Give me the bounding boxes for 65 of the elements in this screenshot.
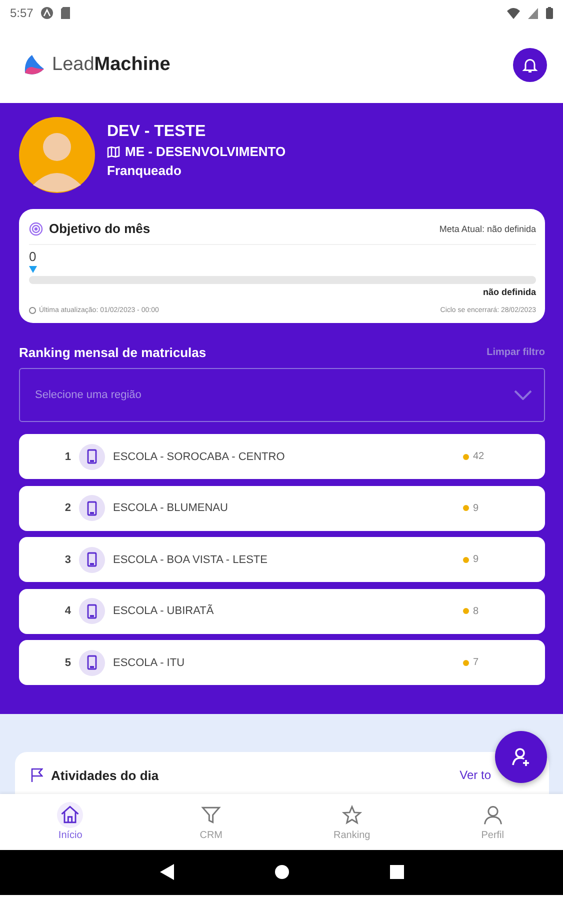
star-icon (340, 804, 363, 826)
target-icon (29, 222, 43, 236)
battery-icon (546, 7, 553, 19)
clock-icon (29, 307, 36, 314)
status-dot-icon (463, 505, 469, 511)
enrollment-count: 8 (473, 606, 479, 616)
ranking-row[interactable]: 1 ESCOLA - SOROCABA - CENTRO 42 (19, 434, 545, 479)
avatar-icon (19, 117, 95, 193)
phone-icon (87, 500, 97, 516)
chevron-down-icon (514, 390, 532, 400)
enrollment-count: 9 (473, 502, 479, 514)
rank-position: 2 (64, 502, 71, 514)
goal-value: 0 (29, 249, 38, 264)
phone-icon (87, 552, 97, 567)
notifications-button[interactable] (513, 48, 547, 82)
filter-icon (200, 804, 222, 826)
rank-position: 3 (64, 554, 71, 566)
see-all-link[interactable]: Ver to (460, 768, 491, 782)
school-name: ESCOLA - ITU (113, 656, 186, 668)
goal-title: Objetivo do mês (49, 221, 152, 236)
rank-position: 5 (64, 656, 71, 668)
sd-card-icon (61, 7, 70, 19)
status-time: 5:57 (10, 6, 34, 20)
school-name: ESCOLA - BLUMENAU (113, 502, 229, 514)
ranking-title: Ranking mensal de matriculas (19, 345, 206, 360)
school-name: ESCOLA - SOROCABA - CENTRO (113, 450, 286, 462)
ranking-row[interactable]: 2 ESCOLA - BLUMENAU 9 (19, 486, 545, 530)
home-button-icon[interactable] (274, 864, 290, 880)
phone-icon (87, 449, 97, 464)
enrollment-count: 42 (473, 451, 484, 462)
ranking-row[interactable]: 4 ESCOLA - UBIRATÃ 8 (19, 588, 545, 634)
home-icon (59, 804, 82, 826)
brand-name: LeadMachine (52, 54, 170, 76)
app-notification-icon (41, 7, 54, 19)
nav-tab[interactable]: Início (0, 794, 141, 850)
activities-title: Atividades do dia (51, 768, 160, 782)
signal-icon (528, 8, 538, 18)
ranking-row[interactable]: 5 ESCOLA - ITU 7 (19, 640, 545, 685)
status-dot-icon (463, 454, 469, 460)
enrollment-count: 7 (473, 657, 479, 668)
user-role: Franqueado (107, 163, 182, 178)
back-icon[interactable] (160, 864, 174, 880)
school-name: ESCOLA - UBIRATÃ (113, 605, 215, 617)
enrollment-count: 9 (473, 554, 479, 565)
current-goal: Meta Atual: não definida (439, 224, 536, 234)
add-person-icon (511, 746, 531, 766)
wifi-icon (507, 8, 520, 18)
person-icon (482, 804, 504, 826)
flag-icon (31, 768, 43, 782)
map-icon (107, 146, 120, 158)
school-name: ESCOLA - BOA VISTA - LESTE (113, 554, 268, 566)
status-dot-icon (463, 660, 469, 666)
user-name: DEV - TESTE (107, 123, 207, 141)
phone-icon (87, 604, 97, 618)
add-contact-button[interactable] (495, 730, 547, 782)
rank-position: 1 (64, 450, 71, 462)
rank-position: 4 (64, 605, 71, 617)
status-dot-icon (463, 608, 469, 614)
unit-name: ME - DESENVOLVIMENTO (125, 144, 286, 159)
logo-icon (22, 52, 46, 76)
goal-target: não definida (482, 287, 536, 297)
ranking-row[interactable]: 3 ESCOLA - BOA VISTA - LESTE 9 (19, 537, 545, 582)
recents-icon[interactable] (390, 865, 404, 879)
phone-icon (87, 655, 97, 670)
status-dot-icon (463, 556, 469, 562)
